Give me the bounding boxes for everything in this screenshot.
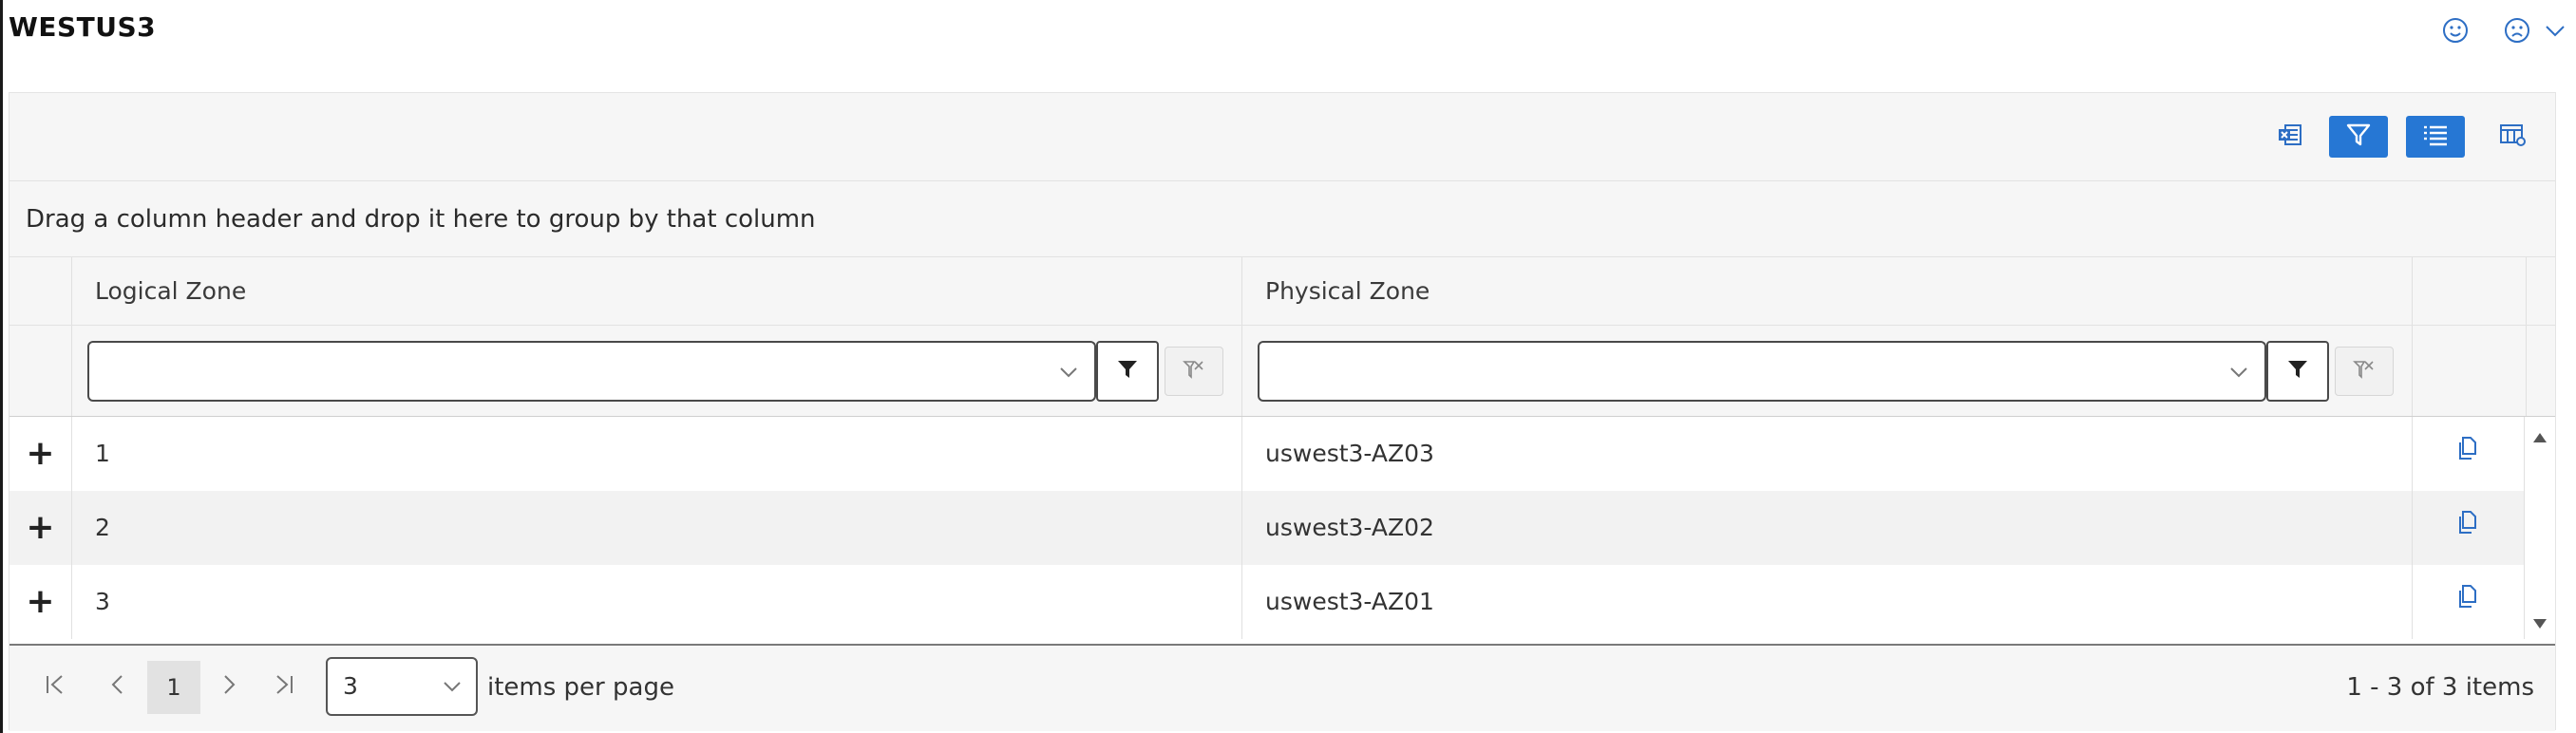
physical-zone-cell: uswest3-AZ02 <box>1242 491 2413 565</box>
column-header-row: Logical Zone Physical Zone <box>9 257 2555 326</box>
feedback-smile-button[interactable] <box>2441 15 2470 46</box>
group-drop-panel[interactable]: Drag a column header and drop it here to… <box>9 181 2555 257</box>
table-row: + 1 uswest3-AZ03 <box>9 417 2525 491</box>
items-per-page-label: items per page <box>487 673 674 702</box>
toggle-filter-button[interactable] <box>2329 116 2388 158</box>
copy-icon <box>2455 491 2482 565</box>
previous-page-button[interactable] <box>91 661 144 714</box>
filter-row <box>9 326 2555 417</box>
list-icon <box>2420 120 2451 154</box>
chevron-down-icon <box>1056 360 1081 385</box>
table-row: + 2 uswest3-AZ02 <box>9 491 2525 565</box>
expand-row-button[interactable]: + <box>9 417 72 491</box>
page-size-select[interactable]: 3 <box>326 657 478 716</box>
filter-spacer <box>2413 326 2527 416</box>
expand-row-button[interactable]: + <box>9 565 72 639</box>
page-size-value: 3 <box>343 672 358 700</box>
physical-zone-filter-dropdown[interactable] <box>1258 341 2266 402</box>
vertical-scrollbar[interactable] <box>2525 417 2555 644</box>
copy-icon <box>2455 565 2482 639</box>
logical-zone-clear-filter-button[interactable] <box>1165 347 1223 396</box>
column-header-label: Logical Zone <box>95 277 247 305</box>
export-excel-button[interactable] <box>2261 116 2320 158</box>
toggle-list-button[interactable] <box>2406 116 2465 158</box>
filter-icon <box>1115 357 1140 385</box>
filter-cell-logical-zone <box>72 326 1242 416</box>
logical-zone-filter-dropdown[interactable] <box>87 341 1096 402</box>
copy-icon <box>2455 417 2482 491</box>
chevron-down-icon <box>2226 360 2251 385</box>
logical-zone-cell: 2 <box>72 491 1242 565</box>
filter-cell-physical-zone <box>1242 326 2413 416</box>
logical-zone-cell: 3 <box>72 565 1242 639</box>
chevron-left-icon <box>104 670 132 705</box>
grid-toolbar <box>9 93 2555 181</box>
physical-zone-filter-button[interactable] <box>2266 341 2329 402</box>
frown-icon <box>2503 16 2531 45</box>
last-page-button[interactable] <box>257 661 311 714</box>
chevron-down-icon <box>2541 16 2569 45</box>
page-number-button[interactable]: 1 <box>147 661 200 714</box>
physical-zone-cell: uswest3-AZ01 <box>1242 565 2413 639</box>
excel-export-icon <box>2276 121 2304 153</box>
expand-column-header <box>9 257 72 325</box>
pager: 1 3 items per page 1 - 3 of 3 items <box>9 644 2555 731</box>
feedback-frown-button[interactable] <box>2503 15 2531 46</box>
physical-zone-cell: uswest3-AZ03 <box>1242 417 2413 491</box>
copy-row-button[interactable] <box>2413 417 2525 491</box>
copy-row-button[interactable] <box>2413 565 2525 639</box>
clear-filter-icon <box>1182 357 1206 385</box>
column-chooser-icon <box>2497 120 2528 154</box>
filter-icon <box>2343 120 2374 154</box>
copy-row-button[interactable] <box>2413 491 2525 565</box>
table-row: + 3 uswest3-AZ01 <box>9 565 2525 639</box>
column-header-label: Physical Zone <box>1265 277 1430 305</box>
column-chooser-button[interactable] <box>2483 116 2542 158</box>
expand-feedback-button[interactable] <box>2541 15 2569 46</box>
logical-zone-filter-button[interactable] <box>1096 341 1159 402</box>
actions-column-header <box>2413 257 2527 325</box>
chevron-down-icon <box>440 674 464 705</box>
first-page-icon <box>41 670 69 705</box>
logical-zone-cell: 1 <box>72 417 1242 491</box>
smile-icon <box>2441 16 2470 45</box>
last-page-icon <box>270 670 298 705</box>
grid-body: + 1 uswest3-AZ03 + 2 uswest3-AZ02 + 3 us… <box>9 417 2555 644</box>
window-edge <box>0 0 3 733</box>
filter-spacer <box>9 326 72 416</box>
clear-filter-icon <box>2352 357 2377 385</box>
page-title: WESTUS3 <box>9 11 157 43</box>
scroll-down-arrow-icon[interactable] <box>2532 616 2548 630</box>
column-header-logical-zone[interactable]: Logical Zone <box>72 257 1242 325</box>
next-page-button[interactable] <box>202 661 256 714</box>
column-header-physical-zone[interactable]: Physical Zone <box>1242 257 2413 325</box>
data-grid: Drag a column header and drop it here to… <box>9 92 2556 731</box>
pager-range-text: 1 - 3 of 3 items <box>2346 673 2534 702</box>
physical-zone-clear-filter-button[interactable] <box>2335 347 2394 396</box>
expand-row-button[interactable]: + <box>9 491 72 565</box>
filter-icon <box>2285 357 2310 385</box>
chevron-right-icon <box>215 670 243 705</box>
scroll-up-arrow-icon[interactable] <box>2532 430 2548 443</box>
first-page-button[interactable] <box>28 661 82 714</box>
